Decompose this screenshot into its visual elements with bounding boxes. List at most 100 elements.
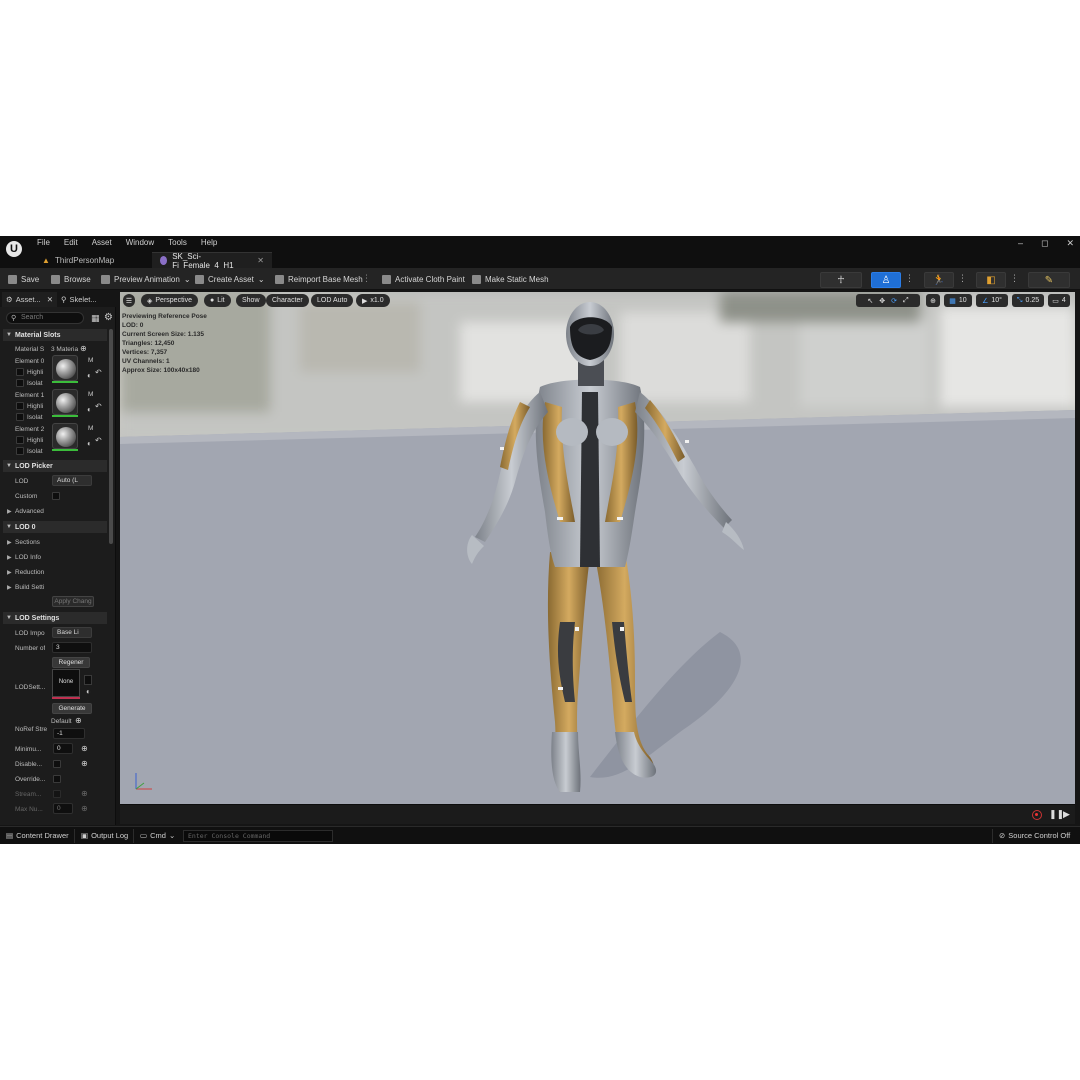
material-picker-2[interactable]: M bbox=[88, 425, 93, 432]
unreal-logo-icon[interactable]: U bbox=[4, 239, 24, 259]
reset-arrow-icon[interactable]: ↶ bbox=[95, 436, 102, 445]
select-icon[interactable]: ↖ bbox=[867, 297, 873, 305]
section-lod-settings[interactable]: ▼ LOD Settings bbox=[3, 612, 107, 624]
content-drawer-button[interactable]: ▤ Content Drawer bbox=[6, 831, 69, 840]
gear-icon[interactable]: ⚙ bbox=[104, 312, 113, 323]
asset-picker[interactable] bbox=[84, 675, 92, 685]
browse-material-icon[interactable]: ◐ bbox=[87, 371, 92, 380]
output-log-button[interactable]: ▣ Output Log bbox=[81, 831, 128, 840]
preview-animation-button[interactable]: Preview Animation ⌄ bbox=[101, 273, 191, 286]
tab-close-icon[interactable]: ✕ bbox=[47, 295, 53, 304]
scale-snap-button[interactable]: ⤡ 0.25 bbox=[1012, 294, 1044, 307]
maximize-icon[interactable]: ◻ bbox=[1041, 238, 1048, 249]
make-static-mesh-button[interactable]: Make Static Mesh bbox=[472, 273, 549, 286]
tab-third-person-map[interactable]: ▲ ThirdPersonMap bbox=[34, 252, 122, 268]
more-options-icon[interactable]: ⋮ bbox=[362, 273, 371, 285]
material-thumbnail-2[interactable] bbox=[52, 423, 78, 449]
browse-material-icon[interactable]: ◐ bbox=[87, 405, 92, 414]
blueprint-editor-button[interactable]: ◧ bbox=[976, 272, 1006, 288]
disable-checkbox[interactable] bbox=[53, 760, 61, 768]
add-stream-icon[interactable]: ⊕ bbox=[81, 789, 88, 798]
rotate-icon[interactable]: ⟳ bbox=[891, 297, 897, 305]
highlight-checkbox[interactable] bbox=[16, 402, 24, 410]
show-button[interactable]: Show bbox=[236, 294, 266, 307]
override-checkbox[interactable] bbox=[53, 775, 61, 783]
lod-info-row[interactable]: ▶ LOD Info bbox=[3, 551, 107, 563]
menu-edit[interactable]: Edit bbox=[64, 238, 78, 247]
number-of-lods-input[interactable]: 3 bbox=[52, 642, 92, 653]
angle-snap-button[interactable]: ∠ 10° bbox=[976, 294, 1008, 307]
minimize-icon[interactable]: – bbox=[1018, 238, 1023, 249]
tab-close-icon[interactable]: ✕ bbox=[257, 256, 264, 265]
anim-options-icon[interactable]: ⋮ bbox=[958, 273, 967, 284]
viewport-menu-button[interactable]: ☰ bbox=[123, 294, 135, 307]
lit-button[interactable]: ● Lit bbox=[204, 294, 231, 307]
cmd-dropdown[interactable]: ▭ Cmd ⌄ bbox=[140, 831, 175, 840]
reset-arrow-icon[interactable]: ↶ bbox=[95, 402, 102, 411]
material-picker-0[interactable]: M bbox=[88, 357, 93, 364]
lod-auto-button[interactable]: LOD Auto bbox=[311, 294, 354, 307]
minimum-input[interactable]: 0 bbox=[53, 743, 73, 754]
isolate-checkbox[interactable] bbox=[16, 447, 24, 455]
regenerate-button[interactable]: Regener bbox=[52, 657, 90, 668]
tab-skeletal-mesh[interactable]: SK_Sci-Fi_Female_4_H1 ✕ bbox=[152, 252, 272, 270]
mode-options-icon[interactable]: ⋮ bbox=[905, 273, 914, 284]
play-speed-button[interactable]: ▶ x1.0 bbox=[356, 294, 390, 307]
details-scrollbar[interactable] bbox=[109, 329, 113, 544]
pause-icon[interactable]: ❚❚ bbox=[1049, 809, 1064, 820]
browse-material-icon[interactable]: ◐ bbox=[87, 439, 92, 448]
menu-asset[interactable]: Asset bbox=[92, 238, 112, 247]
apply-changes-button[interactable]: Apply Chang bbox=[52, 596, 94, 607]
perspective-button[interactable]: ◈ Perspective bbox=[141, 294, 198, 307]
reset-arrow-icon[interactable]: ↶ bbox=[95, 368, 102, 377]
reimport-base-mesh-button[interactable]: Reimport Base Mesh bbox=[275, 273, 363, 286]
max-num-input[interactable]: 0 bbox=[53, 803, 73, 814]
camera-speed-button[interactable]: ▭ 4 bbox=[1048, 294, 1070, 307]
noref-input[interactable]: -1 bbox=[53, 728, 85, 739]
add-max-icon[interactable]: ⊕ bbox=[81, 804, 88, 813]
add-material-icon[interactable]: ⊕ bbox=[80, 344, 87, 353]
scale-icon[interactable]: ⤢ bbox=[903, 297, 909, 305]
create-asset-button[interactable]: Create Asset ⌄ bbox=[195, 273, 265, 286]
preview-viewport[interactable]: ☰ ◈ Perspective ● Lit Show Character LOD A… bbox=[120, 292, 1075, 804]
lod-import-dropdown[interactable]: Base Li bbox=[52, 627, 92, 638]
move-icon[interactable]: ✥ bbox=[879, 297, 885, 305]
tab-asset-details[interactable]: ⚙ Asset... ✕ bbox=[2, 292, 58, 307]
search-input[interactable]: ⚲ Search bbox=[6, 312, 84, 324]
save-button[interactable]: Save bbox=[8, 273, 39, 286]
generate-button[interactable]: Generate bbox=[52, 703, 92, 714]
add-minimum-icon[interactable]: ⊕ bbox=[81, 744, 88, 753]
isolate-checkbox[interactable] bbox=[16, 379, 24, 387]
custom-checkbox[interactable] bbox=[52, 492, 60, 500]
physics-editor-button[interactable]: ✎ bbox=[1028, 272, 1070, 288]
lod-dropdown[interactable]: Auto (L bbox=[52, 475, 92, 486]
world-local-button[interactable]: ⊕ bbox=[926, 294, 940, 307]
material-picker-1[interactable]: M bbox=[88, 391, 93, 398]
browse-asset-icon[interactable]: ◐ bbox=[86, 687, 91, 696]
section-lod-picker[interactable]: ▼ LOD Picker bbox=[3, 460, 107, 472]
skeleton-editor-button[interactable]: ☥ bbox=[820, 272, 862, 288]
tab-skeleton-tree[interactable]: ⚲ Skelet... bbox=[57, 292, 101, 307]
lod-settings-thumbnail[interactable]: None bbox=[52, 669, 80, 697]
highlight-checkbox[interactable] bbox=[16, 368, 24, 376]
menu-help[interactable]: Help bbox=[201, 238, 217, 247]
highlight-checkbox[interactable] bbox=[16, 436, 24, 444]
build-settings-row[interactable]: ▶ Build Setti bbox=[3, 581, 107, 593]
console-command-input[interactable]: Enter Console Command bbox=[183, 830, 333, 842]
browse-button[interactable]: Browse bbox=[51, 273, 91, 286]
section-lod-0[interactable]: ▼ LOD 0 bbox=[3, 521, 107, 533]
animation-editor-button[interactable]: 🏃 bbox=[924, 272, 954, 288]
advanced-row[interactable]: ▶ Advanced bbox=[3, 505, 107, 517]
reduction-row[interactable]: ▶ Reduction bbox=[3, 566, 107, 578]
close-icon[interactable]: ✕ bbox=[1066, 238, 1074, 249]
grid-snap-button[interactable]: ▦ 10 bbox=[944, 294, 972, 307]
blueprint-options-icon[interactable]: ⋮ bbox=[1010, 273, 1019, 284]
isolate-checkbox[interactable] bbox=[16, 413, 24, 421]
grid-view-icon[interactable]: ▦ bbox=[91, 313, 100, 324]
menu-tools[interactable]: Tools bbox=[168, 238, 187, 247]
character-button[interactable]: Character bbox=[266, 294, 309, 307]
material-thumbnail-1[interactable] bbox=[52, 389, 78, 415]
source-control-button[interactable]: ⊘ Source Control Off bbox=[999, 831, 1070, 840]
stream-checkbox[interactable] bbox=[53, 790, 61, 798]
activate-cloth-paint-button[interactable]: Activate Cloth Paint bbox=[382, 273, 465, 286]
